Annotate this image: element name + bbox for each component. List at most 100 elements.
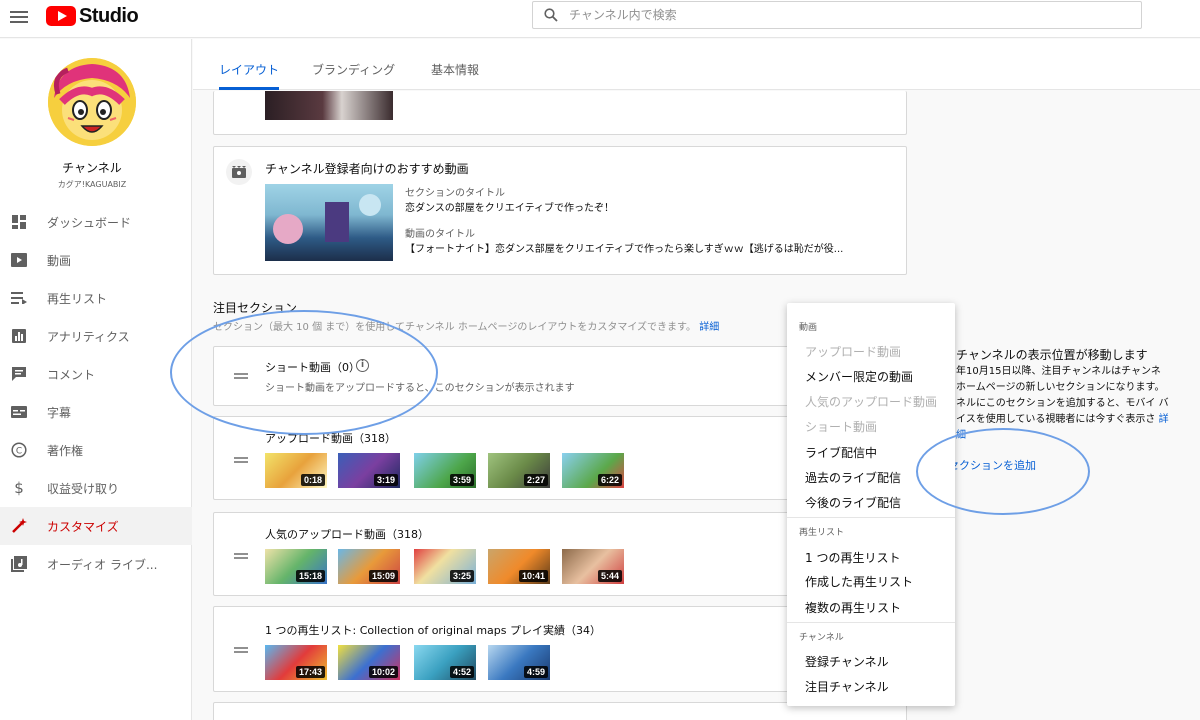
add-section-button[interactable]: セクションを追加	[948, 457, 1036, 473]
drag-handle-icon[interactable]	[234, 455, 248, 465]
video-duration: 2:27	[523, 474, 548, 486]
channel-avatar[interactable]	[48, 58, 136, 146]
tab-basic-info[interactable]: 基本情報	[431, 61, 479, 78]
audio-library-icon	[10, 555, 28, 573]
youtube-play-icon	[46, 6, 76, 26]
video-duration: 3:59	[449, 474, 474, 486]
video-duration: 3:19	[373, 474, 398, 486]
sidebar-item-label: オーディオ ライブ...	[47, 557, 158, 572]
card-title: チャンネル登録者向けのおすすめ動画	[265, 162, 469, 176]
video-thumbnail[interactable]: 5:44	[562, 549, 624, 584]
studio-logo[interactable]: Studio	[46, 4, 139, 28]
details-link[interactable]: 詳細	[699, 322, 719, 333]
video-duration: 6:22	[597, 474, 622, 486]
video-title-value: 【フォートナイト】恋ダンス部屋をクリエイティブで作ったら楽しすぎｗｗ【逃げるは恥…	[405, 244, 844, 255]
menu-item-created-playlists[interactable]: 作成した再生リスト	[805, 573, 913, 590]
sidebar-nav: ダッシュボード 動画 再生リスト アナリティクス コメント 字幕 C 著作権 $	[0, 203, 192, 583]
sidebar-item-monetization[interactable]: $ 収益受け取り	[0, 469, 192, 507]
analytics-icon	[10, 327, 28, 345]
video-thumbnail[interactable]: 3:25	[414, 549, 476, 584]
video-thumbnail[interactable]: 10:41	[488, 549, 550, 584]
sidebar-item-customize[interactable]: カスタマイズ	[0, 507, 192, 545]
section-title: アップロード動画（318）	[265, 432, 396, 445]
menu-item-past-live[interactable]: 過去のライブ配信	[805, 469, 901, 486]
copyright-icon: C	[10, 441, 28, 459]
menu-item-upcoming-live[interactable]: 今後のライブ配信	[805, 494, 901, 511]
video-thumbnail[interactable]: 15:18	[265, 549, 327, 584]
video-thumbnail[interactable]: 6:22	[562, 453, 624, 488]
video-thumbnail[interactable]: 15:09	[338, 549, 400, 584]
drag-handle-icon[interactable]	[234, 371, 248, 381]
section-title: 1 つの再生リスト: Collection of original maps プ…	[265, 624, 601, 637]
video-duration: 10:02	[368, 666, 398, 678]
section-title: 人気のアップロード動画（318）	[265, 528, 429, 541]
sidebar-item-label: ダッシュボード	[47, 215, 132, 230]
menu-item-uploads: アップロード動画	[805, 345, 902, 359]
channel-handle: カグア!KAGUABIZ	[57, 180, 127, 189]
menu-group-label: 再生リスト	[799, 528, 845, 538]
video-thumbnail[interactable]	[265, 91, 393, 120]
app-name: Studio	[79, 4, 139, 27]
section-title-value: 恋ダンスの部屋をクリエイティブで作ったぞ！	[405, 203, 614, 214]
menu-item-subscriptions[interactable]: 登録チャンネル	[805, 653, 889, 670]
magic-wand-icon	[10, 517, 28, 535]
info-icon[interactable]: i	[356, 359, 369, 372]
video-spotlight-card	[213, 91, 907, 135]
sidebar: チャンネル カグア!KAGUABIZ ダッシュボード 動画 再生リスト アナリテ…	[0, 39, 192, 720]
tab-layout[interactable]: レイアウト	[219, 61, 279, 78]
sidebar-item-playlists[interactable]: 再生リスト	[0, 279, 192, 317]
sidebar-item-subtitles[interactable]: 字幕	[0, 393, 192, 431]
video-thumbnail[interactable]: 17:43	[265, 645, 327, 680]
video-thumbnail[interactable]: 4:52	[414, 645, 476, 680]
menu-group-label: 動画	[799, 323, 818, 333]
video-title-label: 動画のタイトル	[405, 229, 475, 240]
notice-text: 年10月15日以降、注目チャンネルはチャンネ ホームページの新しいセクションにな…	[956, 366, 1169, 425]
notice-title: チャンネルの表示位置が移動します	[956, 348, 1148, 362]
sidebar-item-label: 著作権	[47, 443, 84, 458]
video-thumbnail[interactable]: 4:59	[488, 645, 550, 680]
playlist-icon	[10, 289, 28, 307]
video-thumbnail[interactable]: 3:59	[414, 453, 476, 488]
notice-body: 年10月15日以降、注目チャンネルはチャンネ ホームページの新しいセクションにな…	[956, 364, 1171, 444]
sidebar-item-comments[interactable]: コメント	[0, 355, 192, 393]
menu-item-live-now[interactable]: ライブ配信中	[805, 444, 877, 461]
video-thumbnail[interactable]: 0:18	[265, 453, 327, 488]
top-bar: Studio	[0, 0, 1200, 38]
add-section-menu: 動画 アップロード動画 メンバー限定の動画 人気のアップロード動画 ショート動画…	[787, 303, 955, 706]
comment-icon	[10, 365, 28, 383]
sidebar-item-analytics[interactable]: アナリティクス	[0, 317, 192, 355]
tab-bar: レイアウト ブランディング 基本情報	[193, 39, 1200, 90]
section-title: ショート動画（0）	[265, 361, 360, 374]
add-section-label: セクションを追加	[948, 459, 1036, 472]
menu-item-single-playlist[interactable]: 1 つの再生リスト	[805, 549, 900, 566]
menu-icon[interactable]	[10, 8, 28, 26]
drag-handle-icon[interactable]	[234, 551, 248, 561]
drag-handle-icon[interactable]	[234, 645, 248, 655]
sidebar-item-copyright[interactable]: C 著作権	[0, 431, 192, 469]
svg-text:$: $	[14, 480, 24, 496]
sidebar-item-audio-library[interactable]: オーディオ ライブ...	[0, 545, 192, 583]
video-icon	[10, 251, 28, 269]
sidebar-item-label: 動画	[47, 253, 72, 268]
menu-item-members-only[interactable]: メンバー限定の動画	[805, 368, 913, 385]
sidebar-item-label: 収益受け取り	[47, 481, 120, 496]
menu-item-multiple-playlists[interactable]: 複数の再生リスト	[805, 599, 901, 616]
video-duration: 15:09	[368, 570, 398, 582]
search-input[interactable]	[569, 8, 1109, 22]
video-thumbnail[interactable]: 3:19	[338, 453, 400, 488]
sidebar-item-label: コメント	[47, 367, 96, 382]
tab-active-indicator	[219, 87, 279, 90]
search-icon[interactable]	[533, 8, 569, 22]
subtitle-icon	[10, 403, 28, 421]
video-thumbnail[interactable]	[265, 184, 393, 261]
search-box	[532, 1, 1142, 29]
video-thumbnail[interactable]: 10:02	[338, 645, 400, 680]
video-thumbnail[interactable]: 2:27	[488, 453, 550, 488]
video-duration: 4:59	[523, 666, 548, 678]
sidebar-item-dashboard[interactable]: ダッシュボード	[0, 203, 192, 241]
video-duration: 5:44	[597, 570, 622, 582]
menu-item-featured-channels[interactable]: 注目チャンネル	[805, 678, 889, 695]
tab-branding[interactable]: ブランディング	[312, 61, 395, 78]
sidebar-item-videos[interactable]: 動画	[0, 241, 192, 279]
menu-divider	[787, 517, 955, 518]
